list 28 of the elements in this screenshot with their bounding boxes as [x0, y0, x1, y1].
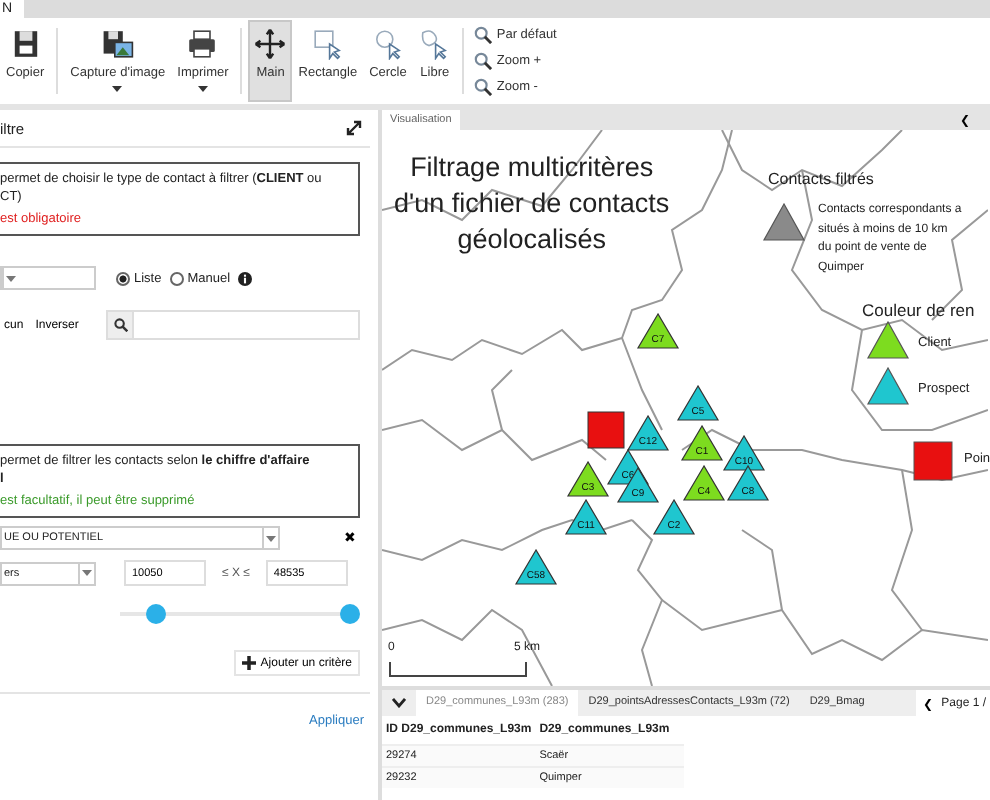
floppy-picture-icon: [101, 28, 134, 60]
caret-icon: [82, 570, 92, 576]
printer-icon: [186, 28, 219, 60]
chevron-down-icon[interactable]: [392, 698, 406, 708]
magnifier-icon: [474, 52, 493, 70]
map-title: Filtrage multicritères d'un fichier de contacts géolocalisés: [394, 150, 670, 258]
circle-select-icon: [371, 28, 404, 60]
floppy-icon: [9, 28, 42, 60]
caret-icon: [6, 275, 16, 281]
expand-icon[interactable]: [346, 120, 362, 136]
select-field[interactable]: [0, 266, 96, 290]
filter-triangle-icon: [763, 202, 805, 241]
plus-icon: [242, 656, 257, 670]
slider-thumb[interactable]: [340, 604, 360, 624]
slider-thumb[interactable]: [146, 604, 167, 624]
info-icon[interactable]: [238, 271, 253, 285]
move-icon: [254, 28, 287, 60]
legend-heading: Couleur de ren: [862, 300, 975, 320]
lasso-select-icon: [418, 28, 451, 60]
magnifier-icon: [474, 78, 493, 96]
magnifier-icon: [474, 26, 493, 44]
scale-bar: [389, 661, 527, 677]
search-icon: [113, 318, 128, 332]
store-marker[interactable]: [587, 411, 625, 449]
caret-icon: [266, 535, 276, 541]
legend-heading: Contacts filtrés: [768, 170, 874, 188]
rectangle-select-icon: [311, 28, 344, 60]
search-field[interactable]: [106, 310, 360, 340]
